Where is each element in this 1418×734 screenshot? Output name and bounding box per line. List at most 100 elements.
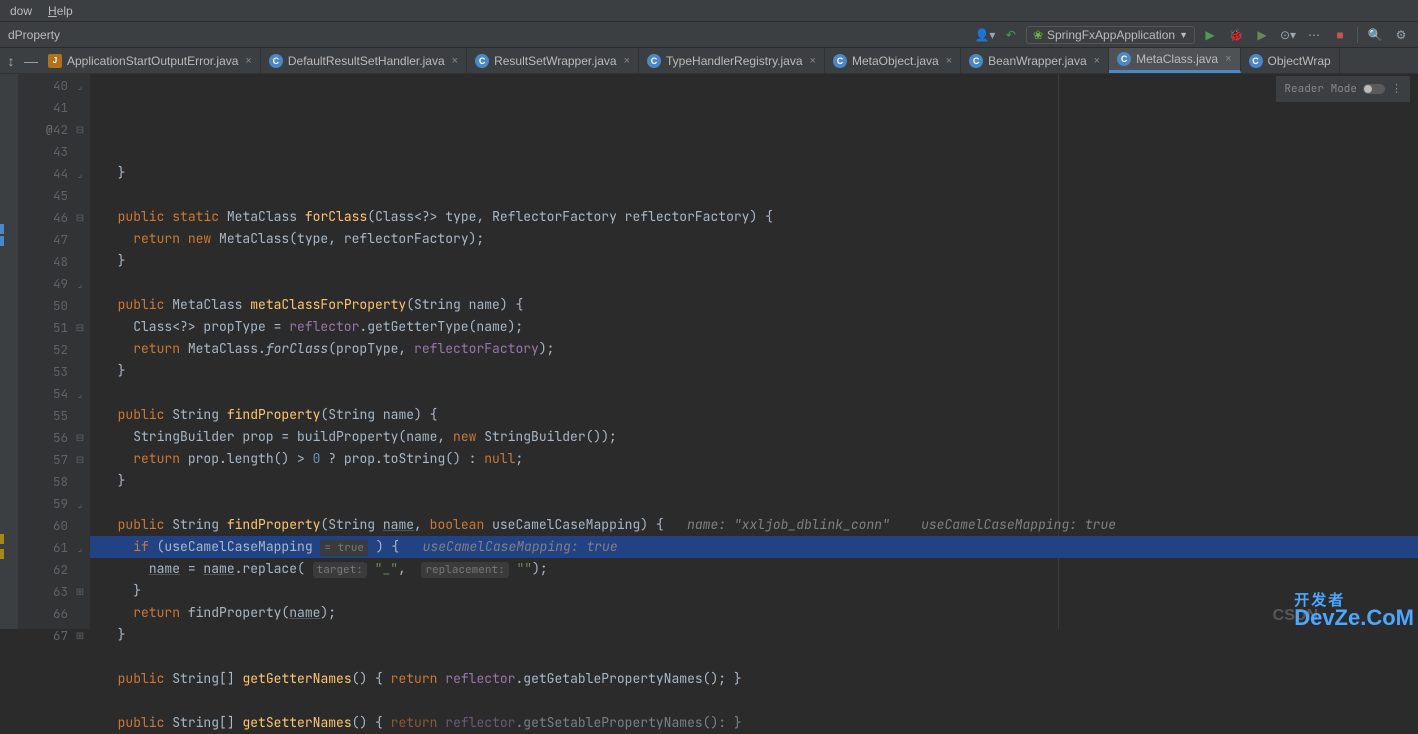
gutter-row: 48 xyxy=(18,250,90,272)
close-icon[interactable]: × xyxy=(1094,55,1100,67)
tab-metaobject-java[interactable]: CMetaObject.java× xyxy=(825,48,961,73)
profile-icon[interactable]: ⊙▾ xyxy=(1277,24,1299,46)
gutter-row: 40⌟ xyxy=(18,74,90,96)
gutter-row: 61⌟ xyxy=(18,536,90,558)
tab-typehandlerregistry-java[interactable]: CTypeHandlerRegistry.java× xyxy=(639,48,825,73)
code-line[interactable]: public String findProperty(String name) … xyxy=(90,404,1418,426)
gutter-row: 59⌟ xyxy=(18,492,90,514)
tab-beanwrapper-java[interactable]: CBeanWrapper.java× xyxy=(961,48,1109,73)
close-icon[interactable]: × xyxy=(1225,53,1231,65)
code-line[interactable]: } xyxy=(90,250,1418,272)
code-line[interactable]: public static MetaClass forClass(Class<?… xyxy=(90,206,1418,228)
code-line[interactable]: return prop.length() > 0 ? prop.toString… xyxy=(90,448,1418,470)
fold-icon[interactable]: ⊟ xyxy=(74,453,86,465)
left-marker-strip xyxy=(0,74,18,629)
gutter-row: 66 xyxy=(18,602,90,624)
code-line[interactable]: public String[] getSetterNames() { retur… xyxy=(90,712,1418,734)
tab-resultsetwrapper-java[interactable]: CResultSetWrapper.java× xyxy=(467,48,639,73)
code-line[interactable]: public String[] getGetterNames() { retur… xyxy=(90,668,1418,690)
menu-window[interactable]: dow xyxy=(2,4,40,18)
coverage-icon[interactable]: ▶ xyxy=(1251,24,1273,46)
reader-more-icon[interactable]: ⋮ xyxy=(1391,78,1402,100)
code-line[interactable]: } xyxy=(90,624,1418,646)
code-line[interactable] xyxy=(90,646,1418,668)
gutter-row: 46⊟ xyxy=(18,206,90,228)
fold-icon[interactable]: ⌟ xyxy=(74,541,86,553)
gutter-row: 43 xyxy=(18,140,90,162)
code-line[interactable]: public String findProperty(String name, … xyxy=(90,514,1418,536)
code-line[interactable]: if (useCamelCaseMapping = true ) { useCa… xyxy=(90,536,1418,558)
tab-objectwrap[interactable]: CObjectWrap xyxy=(1241,48,1340,73)
project-collapse-icon[interactable]: ↕ xyxy=(2,52,20,70)
close-icon[interactable]: × xyxy=(245,55,251,67)
tab-metaclass-java[interactable]: CMetaClass.java× xyxy=(1109,48,1240,73)
close-icon[interactable]: × xyxy=(624,55,630,67)
code-line[interactable]: } xyxy=(90,162,1418,184)
fold-icon[interactable]: ⌟ xyxy=(74,79,86,91)
fold-icon[interactable]: ⊞ xyxy=(74,629,86,641)
code-line[interactable]: return new MetaClass(type, reflectorFact… xyxy=(90,228,1418,250)
close-icon[interactable]: × xyxy=(452,55,458,67)
code-line[interactable]: } xyxy=(90,580,1418,602)
run-icon[interactable]: ▶ xyxy=(1199,24,1221,46)
code-line[interactable] xyxy=(90,492,1418,514)
menu-bar: dow Help xyxy=(0,0,1418,22)
override-icon[interactable]: @ xyxy=(46,123,58,135)
code-area[interactable]: Reader Mode ⋮ } public static MetaClass … xyxy=(90,74,1418,629)
toggle-switch[interactable] xyxy=(1363,84,1385,94)
class-file-icon: C xyxy=(475,54,489,68)
fold-icon[interactable]: ⊟ xyxy=(74,431,86,443)
code-line[interactable]: return findProperty(name); xyxy=(90,602,1418,624)
code-line[interactable]: } xyxy=(90,360,1418,382)
fold-icon[interactable]: ⌟ xyxy=(74,167,86,179)
gutter-row: 53 xyxy=(18,360,90,382)
gutter-row: 63⊞ xyxy=(18,580,90,602)
close-icon[interactable]: × xyxy=(946,55,952,67)
run-config-selector[interactable]: ❀ SpringFxAppApplication ▼ xyxy=(1026,26,1195,44)
run-config-label: SpringFxAppApplication xyxy=(1047,28,1175,42)
code-line[interactable] xyxy=(90,382,1418,404)
code-line[interactable]: } xyxy=(90,470,1418,492)
fold-icon[interactable]: ⊟ xyxy=(74,123,86,135)
fold-icon[interactable]: ⊞ xyxy=(74,585,86,597)
code-line[interactable]: return MetaClass.forClass(propType, refl… xyxy=(90,338,1418,360)
class-file-icon: C xyxy=(969,54,983,68)
gutter-row: 45 xyxy=(18,184,90,206)
settings-icon[interactable]: ⚙ xyxy=(1390,24,1412,46)
menu-help[interactable]: Help xyxy=(40,4,81,18)
code-line[interactable]: public MetaClass metaClassForProperty(St… xyxy=(90,294,1418,316)
code-line[interactable]: name = name.replace( target: "_", replac… xyxy=(90,558,1418,580)
code-line[interactable] xyxy=(90,272,1418,294)
gutter-row: 62 xyxy=(18,558,90,580)
tab-defaultresultsethandler-java[interactable]: CDefaultResultSetHandler.java× xyxy=(261,48,467,73)
tab-label: TypeHandlerRegistry.java xyxy=(666,54,803,68)
code-editor[interactable]: 40⌟4142@⊟4344⌟4546⊟474849⌟5051⊟525354⌟55… xyxy=(0,74,1418,629)
code-line[interactable]: StringBuilder prop = buildProperty(name,… xyxy=(90,426,1418,448)
back-icon[interactable]: ↶ xyxy=(1000,24,1022,46)
spring-icon: ❀ xyxy=(1033,28,1043,42)
class-file-icon: C xyxy=(1117,52,1131,66)
debug-icon[interactable]: 🐞 xyxy=(1225,24,1247,46)
stop-icon[interactable]: ■ xyxy=(1329,24,1351,46)
code-line[interactable] xyxy=(90,690,1418,712)
fold-icon[interactable]: ⊟ xyxy=(74,321,86,333)
fold-icon[interactable]: ⌟ xyxy=(74,497,86,509)
line-gutter: 40⌟4142@⊟4344⌟4546⊟474849⌟5051⊟525354⌟55… xyxy=(18,74,90,629)
project-hide-icon[interactable]: — xyxy=(22,52,40,70)
tab-applicationstartoutputerror-java[interactable]: JApplicationStartOutputError.java× xyxy=(40,48,261,73)
class-file-icon: C xyxy=(1249,54,1263,68)
fold-icon[interactable]: ⌟ xyxy=(74,387,86,399)
code-line[interactable]: Class<?> propType = reflector.getGetterT… xyxy=(90,316,1418,338)
close-icon[interactable]: × xyxy=(810,55,816,67)
search-icon[interactable]: 🔍 xyxy=(1364,24,1386,46)
gutter-row: 44⌟ xyxy=(18,162,90,184)
gutter-row: 67⊞ xyxy=(18,624,90,646)
code-line[interactable] xyxy=(90,184,1418,206)
breadcrumb: dProperty xyxy=(6,28,60,42)
fold-icon[interactable]: ⊟ xyxy=(74,211,86,223)
fold-icon[interactable]: ⌟ xyxy=(74,277,86,289)
reader-mode-toggle[interactable]: Reader Mode ⋮ xyxy=(1276,76,1410,102)
toolbar: dProperty 👤▾ ↶ ❀ SpringFxAppApplication … xyxy=(0,22,1418,48)
add-config-icon[interactable]: 👤▾ xyxy=(974,24,996,46)
attach-icon[interactable]: ⋯ xyxy=(1303,24,1325,46)
